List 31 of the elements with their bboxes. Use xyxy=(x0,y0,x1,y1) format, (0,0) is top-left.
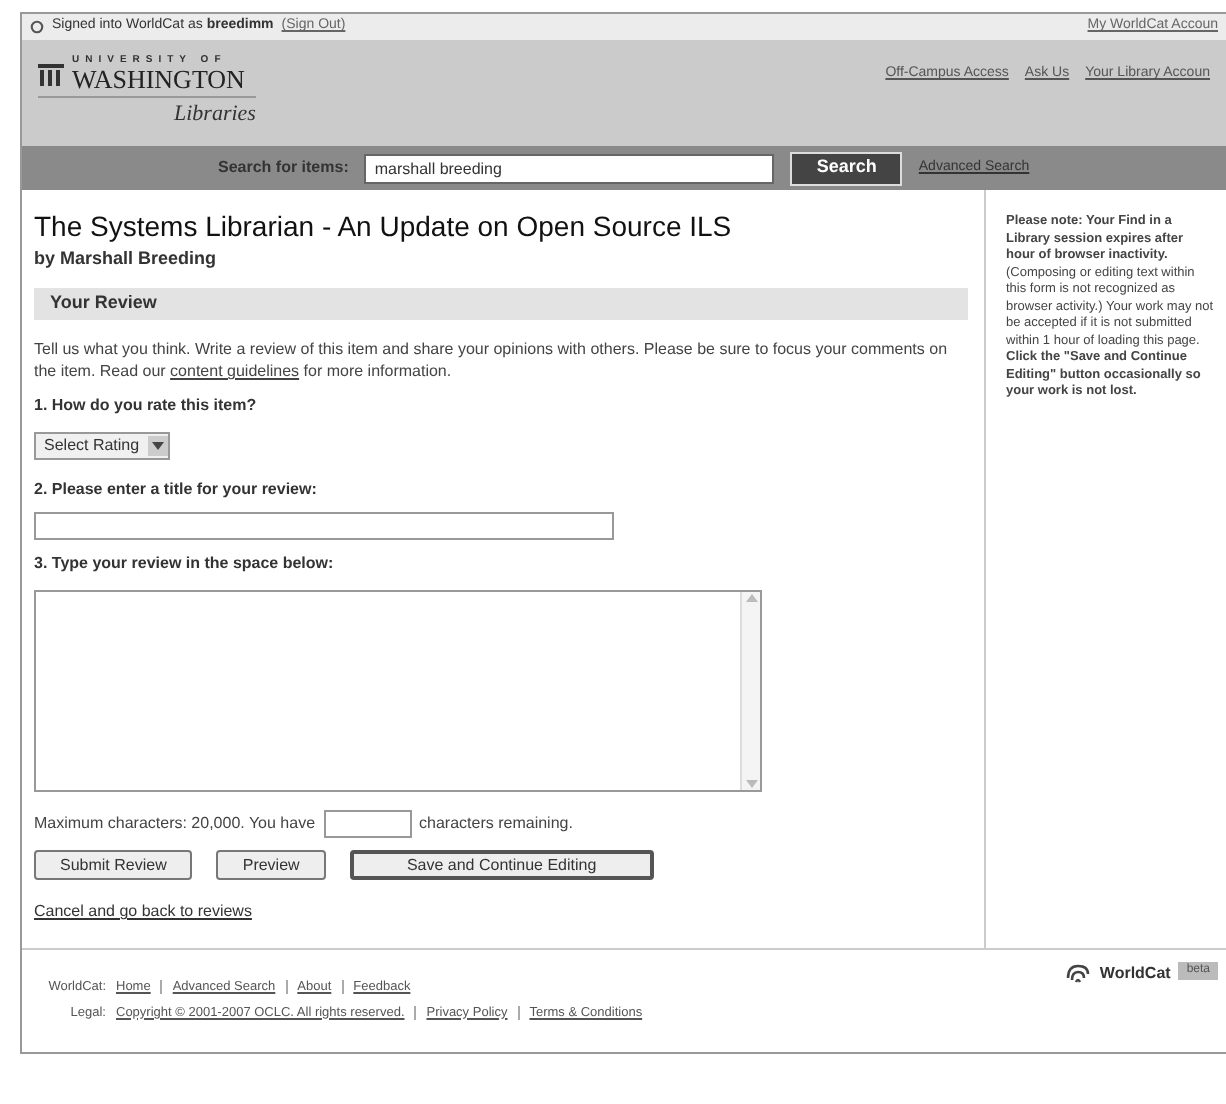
max-characters-text: Maximum characters: 20,000. You have xyxy=(34,812,316,836)
status-icon xyxy=(30,20,44,34)
guidelines-link[interactable]: content guidelines xyxy=(170,362,300,380)
search-label: Search for items: xyxy=(218,156,349,180)
rating-question: 1. How do you rate this item? xyxy=(34,394,259,418)
item-title: The Systems Librarian - An Update on Open Source ILS xyxy=(34,210,734,245)
title-question: 2. Please enter a title for your review: xyxy=(34,478,319,502)
scroll-up-icon xyxy=(745,592,757,604)
swirl-logo-icon xyxy=(1063,962,1092,986)
search-button[interactable]: Search xyxy=(790,151,903,185)
remaining-text: characters remaining. xyxy=(419,812,573,836)
scroll-down-icon xyxy=(745,778,757,790)
columns-logo-icon xyxy=(38,60,64,88)
section-header: Your Review xyxy=(34,288,968,320)
form-button[interactable]: Preview xyxy=(216,850,326,880)
review-text-area[interactable] xyxy=(34,590,762,792)
remaining-count-field[interactable] xyxy=(323,810,412,838)
review-title-field[interactable] xyxy=(34,512,614,540)
dropdown-arrow-icon xyxy=(147,436,168,456)
scrollbar[interactable] xyxy=(740,592,760,790)
item-author: by Marshall Breeding xyxy=(34,245,219,272)
rating-select[interactable]: Select Rating xyxy=(34,432,170,460)
search-field[interactable]: marshall breeding xyxy=(364,153,775,183)
cancel-link[interactable]: Cancel and go back to reviews xyxy=(34,900,252,924)
logo-text: WASHINGTON xyxy=(72,66,245,92)
brand-logo-text: WorldCat xyxy=(1099,962,1171,986)
intro-text: Tell us what you think. Write a review of this item and share your opinions with others. Please be sure to focus your comments on the item. Read our content guidelines for more information. xyxy=(34,338,950,382)
form-button[interactable]: Submit Review xyxy=(34,850,193,880)
review-question: 3. Type your review in the space below: xyxy=(34,552,336,576)
form-button[interactable]: Save and Continue Editing xyxy=(349,850,654,880)
logo-subtitle: Libraries xyxy=(38,96,256,131)
